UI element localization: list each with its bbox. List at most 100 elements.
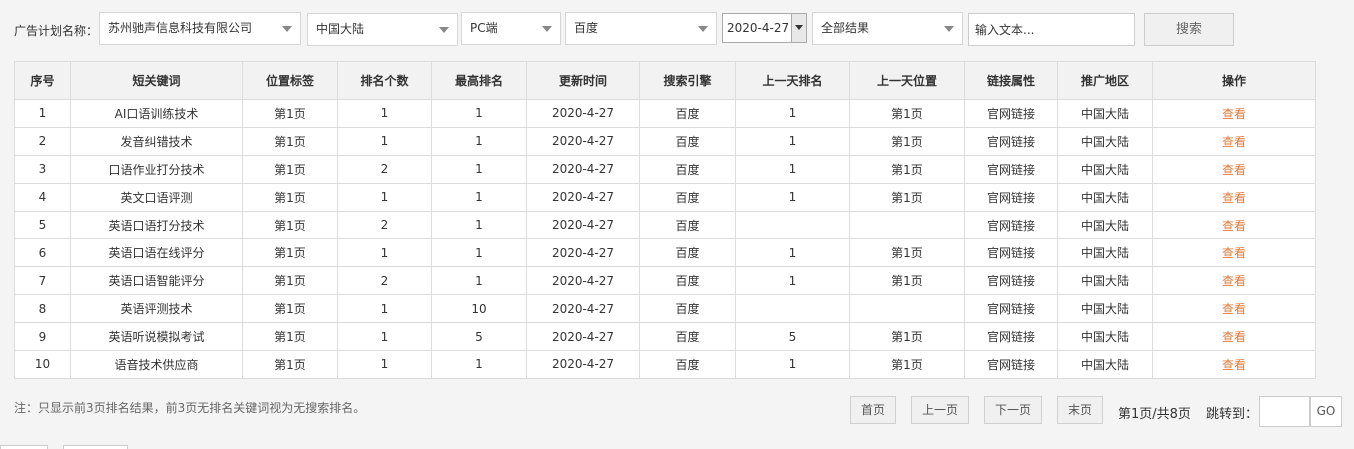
view-link[interactable]: 查看 — [1152, 99, 1316, 128]
device-select-value: PC端 — [470, 21, 498, 35]
cell-search-engine: 百度 — [639, 99, 736, 128]
cell-prev-rank: 1 — [735, 266, 850, 296]
cell-keyword: 英文口语评测 — [70, 182, 243, 212]
date-select[interactable]: 2020-4-27 — [722, 13, 807, 43]
cell-position-tag: 第1页 — [242, 238, 338, 268]
cell-link-type: 官网链接 — [964, 99, 1058, 128]
cell-keyword: 英语评测技术 — [70, 294, 243, 324]
cell-prev-rank: 1 — [735, 182, 850, 212]
cell-index: 4 — [14, 182, 71, 212]
table-header-row: 序号 短关键词 位置标签 排名个数 最高排名 更新时间 搜索引擎 上一天排名 上… — [14, 61, 1316, 100]
cell-index: 3 — [14, 154, 71, 184]
cell-update-time: 2020-4-27 — [526, 294, 640, 324]
cell-rank-count: 1 — [337, 294, 432, 324]
col-header-prev-position: 上一天位置 — [849, 61, 965, 100]
cell-prev-position: 第1页 — [849, 238, 965, 268]
keyword-input[interactable] — [968, 13, 1135, 46]
cell-region: 中国大陆 — [1057, 182, 1153, 212]
col-header-update-time: 更新时间 — [526, 61, 640, 100]
view-link[interactable]: 查看 — [1152, 210, 1316, 240]
table-row: 1 AI口语训练技术 第1页 1 1 2020-4-27 百度 1 第1页 官网… — [14, 99, 1316, 128]
table-row: 8 英语评测技术 第1页 1 10 2020-4-27 百度 官网链接 中国大陆… — [14, 294, 1316, 324]
search-button[interactable]: 搜索 — [1144, 13, 1234, 46]
table-row: 7 英语口语智能评分 第1页 2 1 2020-4-27 百度 1 第1页 官网… — [14, 266, 1316, 296]
cell-region: 中国大陆 — [1057, 238, 1153, 268]
view-link[interactable]: 查看 — [1152, 266, 1316, 296]
cell-link-type: 官网链接 — [964, 238, 1058, 268]
last-page-button[interactable]: 末页 — [1057, 396, 1103, 424]
engine-select-value: 百度 — [574, 21, 599, 35]
cell-region: 中国大陆 — [1057, 294, 1153, 324]
date-select-value: 2020-4-27 — [727, 21, 790, 35]
cell-position-tag: 第1页 — [242, 154, 338, 184]
table-row: 5 英语口语打分技术 第1页 2 1 2020-4-27 百度 官网链接 中国大… — [14, 210, 1316, 240]
cell-keyword: 英语口语在线评分 — [70, 238, 243, 268]
cell-top-rank: 1 — [431, 99, 527, 128]
cell-rank-count: 2 — [337, 266, 432, 296]
cell-index: 7 — [14, 266, 71, 296]
cell-search-engine: 百度 — [639, 154, 736, 184]
cell-prev-position — [849, 210, 965, 240]
result-select[interactable]: 全部结果 — [812, 12, 963, 45]
cell-update-time: 2020-4-27 — [526, 182, 640, 212]
cell-region: 中国大陆 — [1057, 266, 1153, 296]
bottom-button-stub[interactable] — [63, 445, 128, 449]
cell-rank-count: 1 — [337, 99, 432, 128]
view-link[interactable]: 查看 — [1152, 238, 1316, 268]
go-button[interactable]: GO — [1310, 396, 1342, 427]
col-header-index: 序号 — [14, 61, 71, 100]
cell-region: 中国大陆 — [1057, 350, 1153, 379]
cell-link-type: 官网链接 — [964, 322, 1058, 352]
cell-rank-count: 1 — [337, 322, 432, 352]
chevron-down-icon — [698, 26, 708, 32]
cell-region: 中国大陆 — [1057, 210, 1153, 240]
page-jump-input[interactable] — [1259, 396, 1310, 427]
cell-update-time: 2020-4-27 — [526, 154, 640, 184]
view-link[interactable]: 查看 — [1152, 182, 1316, 212]
table-row: 10 语音技术供应商 第1页 1 1 2020-4-27 百度 1 第1页 官网… — [14, 350, 1316, 379]
cell-index: 10 — [14, 350, 71, 379]
first-page-button[interactable]: 首页 — [850, 396, 896, 424]
view-link[interactable]: 查看 — [1152, 350, 1316, 379]
table-row: 9 英语听说模拟考试 第1页 1 5 2020-4-27 百度 5 第1页 官网… — [14, 322, 1316, 352]
region-select[interactable]: 中国大陆 — [307, 13, 458, 46]
table-row: 2 发音纠错技术 第1页 1 1 2020-4-27 百度 1 第1页 官网链接… — [14, 126, 1316, 156]
cell-update-time: 2020-4-27 — [526, 99, 640, 128]
cell-link-type: 官网链接 — [964, 126, 1058, 156]
cell-index: 6 — [14, 238, 71, 268]
chevron-down-icon — [282, 26, 292, 32]
cell-update-time: 2020-4-27 — [526, 210, 640, 240]
view-link[interactable]: 查看 — [1152, 294, 1316, 324]
cell-index: 5 — [14, 210, 71, 240]
col-header-position-tag: 位置标签 — [242, 61, 338, 100]
cell-search-engine: 百度 — [639, 322, 736, 352]
ranking-note: 注：只显示前3页排名结果，前3页无排名关键词视为无搜索排名。 — [14, 401, 366, 415]
result-select-value: 全部结果 — [821, 21, 870, 35]
view-link[interactable]: 查看 — [1152, 154, 1316, 184]
cell-position-tag: 第1页 — [242, 182, 338, 212]
dropdown-arrow-icon[interactable] — [791, 14, 806, 42]
cell-prev-rank: 5 — [735, 322, 850, 352]
cell-index: 2 — [14, 126, 71, 156]
cell-rank-count: 2 — [337, 210, 432, 240]
cell-rank-count: 1 — [337, 182, 432, 212]
cell-prev-position: 第1页 — [849, 266, 965, 296]
col-header-search-engine: 搜索引擎 — [639, 61, 736, 100]
device-select[interactable]: PC端 — [461, 12, 561, 45]
company-select[interactable]: 苏州驰声信息科技有限公司 — [99, 12, 301, 45]
next-page-button[interactable]: 下一页 — [984, 396, 1042, 424]
prev-page-button[interactable]: 上一页 — [911, 396, 969, 424]
cell-prev-rank: 1 — [735, 126, 850, 156]
view-link[interactable]: 查看 — [1152, 126, 1316, 156]
cell-prev-position — [849, 294, 965, 324]
ranking-table: 序号 短关键词 位置标签 排名个数 最高排名 更新时间 搜索引擎 上一天排名 上… — [14, 61, 1316, 379]
cell-top-rank: 1 — [431, 126, 527, 156]
bottom-button-stub[interactable] — [0, 445, 48, 449]
cell-region: 中国大陆 — [1057, 126, 1153, 156]
cell-prev-position: 第1页 — [849, 126, 965, 156]
engine-select[interactable]: 百度 — [565, 12, 717, 45]
cell-keyword: 英语听说模拟考试 — [70, 322, 243, 352]
cell-rank-count: 1 — [337, 238, 432, 268]
view-link[interactable]: 查看 — [1152, 322, 1316, 352]
cell-region: 中国大陆 — [1057, 322, 1153, 352]
